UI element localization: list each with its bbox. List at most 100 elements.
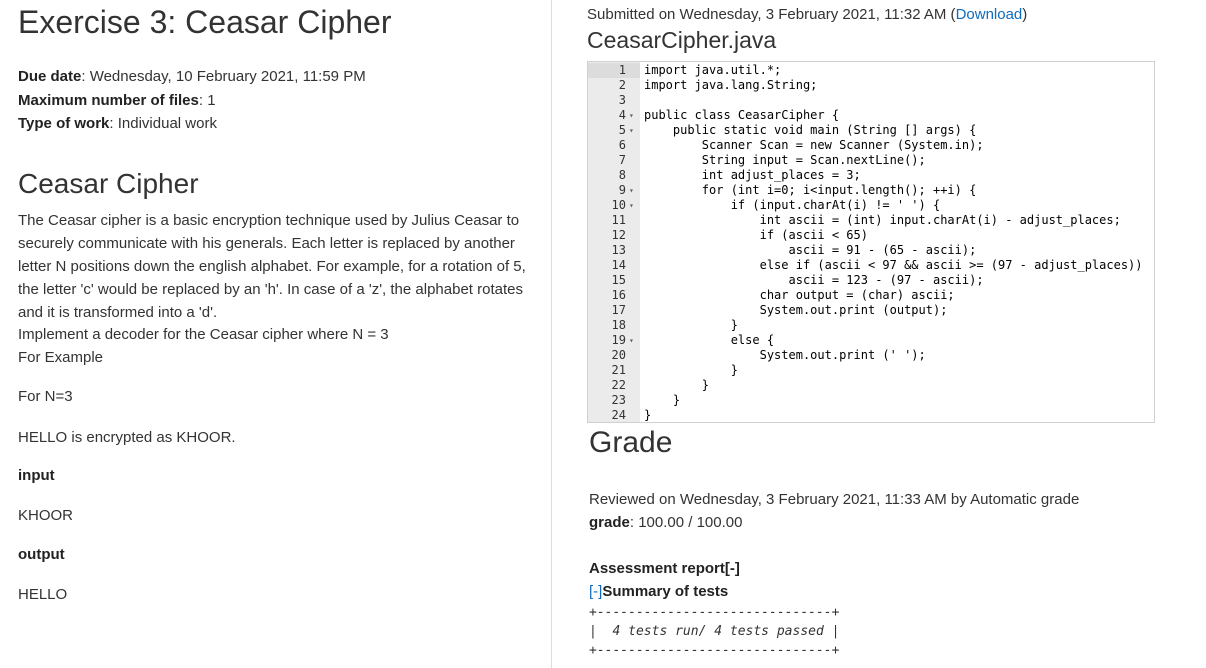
code-text: }: [644, 318, 738, 332]
line-number: 15: [611, 273, 626, 287]
input-label: input: [18, 467, 55, 484]
code-line: 20 System.out.print (' ');: [588, 348, 1154, 363]
code-line: 6 Scanner Scan = new Scanner (System.in)…: [588, 138, 1154, 153]
code-line: 1 import java.util.*;: [588, 63, 782, 78]
code-line: 21 }: [588, 363, 1154, 378]
code-line: 22 }: [588, 378, 1154, 393]
code-text: if (ascii < 65): [644, 228, 868, 242]
output-value: HELLO: [18, 586, 68, 603]
line-number: 7: [618, 153, 626, 167]
code-line: 23 }: [588, 393, 1154, 408]
line-number: 4: [618, 108, 626, 122]
line-number: 14: [611, 258, 626, 272]
line-number: 5: [618, 123, 626, 137]
fold-arrow-icon[interactable]: ▾: [629, 333, 634, 348]
download-link[interactable]: Download: [956, 6, 1023, 23]
code-line: 3: [588, 93, 1154, 108]
assessment-report-heading: Assessment report[-]: [589, 560, 740, 577]
code-line: 9 ▾ for (int i=0; i<input.length(); ++i) …: [588, 183, 1154, 198]
line-number: 11: [611, 213, 626, 227]
code-line: 14 else if (ascii < 97 && ascii >= (97 -…: [588, 258, 1154, 273]
code-text: }: [644, 408, 652, 422]
code-line: 17 System.out.print (output);: [588, 303, 1154, 318]
summary-box-bottom: +------------------------------+: [589, 643, 840, 658]
due-date-value: : Wednesday, 10 February 2021, 11:59 PM: [81, 68, 366, 85]
line-number: 19: [611, 333, 626, 347]
line-number: 3: [618, 93, 626, 107]
output-label: output: [18, 546, 65, 563]
summary-collapse-toggle[interactable]: [-]: [589, 583, 602, 600]
work-type-label: Type of work: [18, 115, 110, 132]
line-number: 12: [611, 228, 626, 242]
fold-arrow-icon[interactable]: ▾: [629, 108, 634, 123]
fold-arrow-icon[interactable]: ▾: [629, 198, 634, 213]
assessment-report-label: Assessment report: [589, 560, 725, 577]
code-text: Scanner Scan = new Scanner (System.in);: [644, 138, 984, 152]
reviewed-text: Reviewed on Wednesday, 3 February 2021, …: [589, 491, 1080, 508]
code-viewer[interactable]: 1 import java.util.*; 2 import java.lang.St…: [587, 61, 1155, 423]
encrypted-text: HELLO is encrypted as KHOOR.: [18, 429, 236, 446]
grade-value: : 100.00 / 100.00: [629, 514, 743, 531]
max-files-row: Maximum number of files: 1: [18, 92, 216, 109]
code-line: 16 char output = (char) ascii;: [588, 288, 1154, 303]
submitted-text: Submitted on Wednesday, 3 February 2021,…: [587, 6, 956, 23]
line-number: 16: [611, 288, 626, 302]
line-number: 10: [611, 198, 626, 212]
code-text: public class CeasarCipher {: [644, 108, 840, 122]
code-text: public static void main (String [] args)…: [644, 123, 977, 137]
line-number: 6: [618, 138, 626, 152]
fold-arrow-icon[interactable]: ▾: [629, 183, 634, 198]
line-number: 24: [611, 408, 626, 422]
code-text: if (input.charAt(i) != ' ') {: [644, 198, 941, 212]
code-line: 7 String input = Scan.nextLine();: [588, 153, 1154, 168]
code-text: import java.util.*;: [644, 63, 782, 78]
code-line: 24}: [588, 408, 1154, 422]
max-files-label: Maximum number of files: [18, 92, 199, 109]
grade-title: Grade: [589, 426, 673, 459]
line-number: 8: [618, 168, 626, 182]
code-text: ascii = 91 - (65 - ascii);: [644, 243, 977, 257]
code-text: }: [644, 393, 681, 407]
grade-label: grade: [589, 514, 630, 531]
code-text: String input = Scan.nextLine();: [644, 153, 926, 167]
code-line: 11 int ascii = (int) input.charAt(i) - a…: [588, 213, 1154, 228]
summary-box-top: +------------------------------+: [589, 605, 840, 620]
fold-arrow-icon[interactable]: ▾: [629, 123, 634, 138]
submitted-info: Submitted on Wednesday, 3 February 2021,…: [587, 6, 1027, 23]
work-type-value: : Individual work: [109, 115, 217, 132]
code-text: ascii = 123 - (97 - ascii);: [644, 273, 984, 287]
description-title: Ceasar Cipher: [18, 168, 199, 199]
file-name: CeasarCipher.java: [587, 27, 777, 53]
code-text: char output = (char) ascii;: [644, 288, 955, 302]
due-date-row: Due date: Wednesday, 10 February 2021, 1…: [18, 68, 366, 85]
line-number: 18: [611, 318, 626, 332]
assessment-collapse-toggle[interactable]: [-]: [725, 560, 740, 577]
code-text: System.out.print (' ');: [644, 348, 926, 362]
line-number: 2: [618, 78, 626, 92]
implement-text: Implement a decoder for the Ceasar ciphe…: [18, 326, 389, 343]
code-text: import java.lang.String;: [644, 78, 818, 92]
code-text: for (int i=0; i<input.length(); ++i) {: [644, 183, 977, 197]
close-paren: ): [1022, 6, 1028, 23]
line-number: 20: [611, 348, 626, 362]
line-number: 1: [618, 63, 626, 77]
line-number: 17: [611, 303, 626, 317]
line-number: 22: [611, 378, 626, 392]
summary-heading: [-]Summary of tests: [589, 583, 728, 600]
code-text: int adjust_places = 3;: [644, 168, 861, 182]
description-paragraph: The Ceasar cipher is a basic encryption …: [18, 212, 526, 321]
code-text: else if (ascii < 97 && ascii >= (97 - ad…: [644, 258, 1143, 272]
code-line: 15 ascii = 123 - (97 - ascii);: [588, 273, 1154, 288]
code-text: int ascii = (int) input.charAt(i) - adju…: [644, 213, 1121, 227]
line-number: 21: [611, 363, 626, 377]
code-text: }: [644, 378, 710, 392]
code-text: else {: [644, 333, 775, 347]
summary-box-middle: | 4 tests run/ 4 tests passed |: [589, 624, 840, 639]
summary-label: Summary of tests: [602, 583, 729, 600]
for-n-text: For N=3: [18, 388, 73, 405]
submission-pane: Submitted on Wednesday, 3 February 2021,…: [552, 0, 1206, 668]
code-line: 13 ascii = 91 - (65 - ascii);: [588, 243, 1154, 258]
code-text: }: [644, 363, 738, 377]
line-number: 23: [611, 393, 626, 407]
input-value: KHOOR: [18, 507, 74, 524]
